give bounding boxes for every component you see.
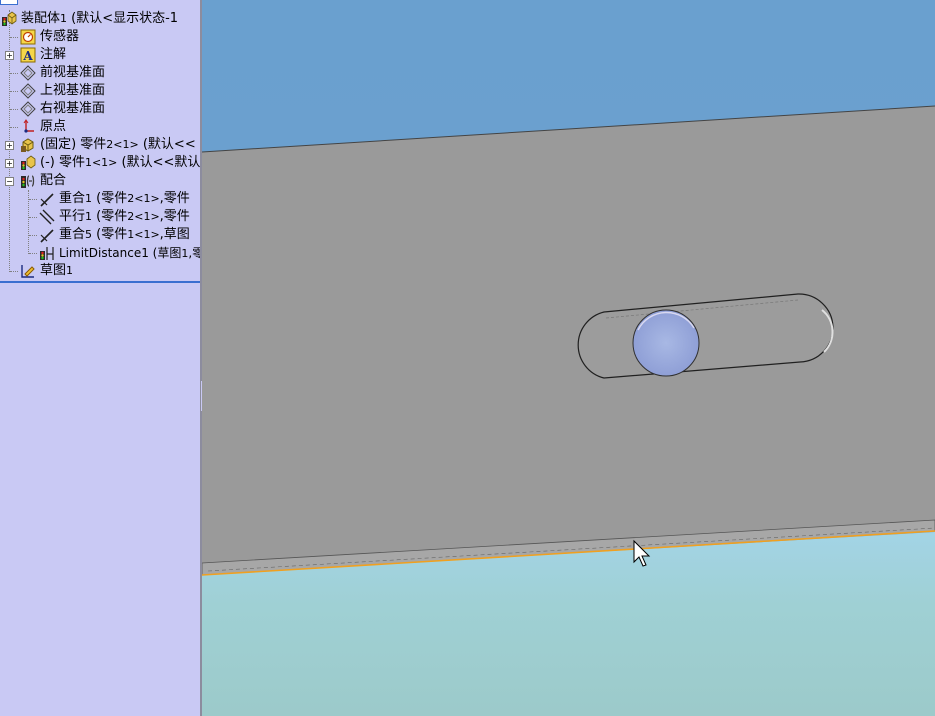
- tree-item-limit-distance1[interactable]: LimitDistance1 (草图1,零: [0, 244, 200, 262]
- tree-item-sketch1[interactable]: 草图1: [0, 262, 200, 280]
- tree-item-top-plane[interactable]: 上视基准面: [0, 82, 200, 100]
- tree-label-annotations: 注解: [40, 47, 67, 62]
- mate-ref: (零件: [92, 227, 128, 242]
- sensor-icon: [20, 29, 36, 45]
- limit-distance-mate-icon: [40, 247, 54, 260]
- tree-item-origin[interactable]: 原点: [0, 118, 200, 136]
- mate-coincident1-name: 重合: [59, 191, 86, 206]
- sketch-icon: [21, 265, 35, 278]
- collapse-mates-toggle[interactable]: −: [5, 177, 14, 186]
- tree-item-assembly[interactable]: 装配体1 (默认<显示状态-1: [0, 10, 200, 28]
- tree-label-right-plane: 右视基准面: [40, 101, 106, 116]
- part1-instance: 1<1>: [84, 156, 118, 169]
- tree-label-sensors: 传感器: [40, 29, 80, 44]
- mate-ref-instance: 1<1>: [127, 228, 160, 241]
- mate-number: 1: [85, 192, 93, 205]
- assembly-icon: [2, 11, 17, 26]
- coincident-mate-icon: [40, 229, 54, 243]
- annotation-icon: A: [20, 47, 36, 63]
- tree-item-part1[interactable]: + (-) 零件1<1> (默认<<默认: [0, 154, 200, 172]
- mate-ref-2: ,零件: [159, 191, 190, 206]
- plane-icon: [20, 83, 36, 99]
- feature-manager-tree: 装配体1 (默认<显示状态-1 传感器 + A 注解 前视基准面 上视基准面 右…: [0, 0, 200, 716]
- tree-label-top-plane: 上视基准面: [40, 83, 106, 98]
- mates-icon: [21, 175, 35, 188]
- mate-coincident5-name: 重合: [59, 227, 86, 242]
- graphics-viewport[interactable]: [202, 0, 935, 716]
- tree-item-mates[interactable]: − 配合: [0, 172, 200, 190]
- mate-ref-instance: 2<1>: [127, 210, 160, 223]
- model-view[interactable]: [202, 0, 935, 716]
- assembly-number: 1: [60, 12, 68, 25]
- tree-scroll-top-indicator: [0, 0, 18, 5]
- mate-number: 5: [85, 228, 93, 241]
- part1-config: (默认<<默认: [117, 155, 200, 170]
- plane-icon: [20, 65, 36, 81]
- expand-part2-toggle[interactable]: +: [5, 141, 14, 150]
- mate-number: 1: [85, 210, 93, 223]
- tree-label-mates: 配合: [40, 173, 67, 188]
- mate-ref-2: ,零件: [159, 209, 190, 224]
- mate-limit-distance-name: LimitDistance1 (草图: [59, 246, 182, 260]
- mate-ref-instance: 2<1>: [127, 192, 160, 205]
- sketch1-number: 1: [66, 264, 74, 277]
- tree-rollback-bar[interactable]: [0, 281, 200, 283]
- tree-label-front-plane: 前视基准面: [40, 65, 106, 80]
- tree-item-sensors[interactable]: 传感器: [0, 28, 200, 46]
- expand-part1-toggle[interactable]: +: [5, 159, 14, 168]
- tree-item-annotations[interactable]: + A 注解: [0, 46, 200, 64]
- part2-instance: 2<1>: [106, 138, 139, 151]
- origin-icon: [23, 119, 34, 133]
- mate-ref-2: ,草图: [159, 227, 190, 242]
- tree-item-coincident1[interactable]: 重合1 (零件2<1>,零件: [0, 190, 200, 208]
- svg-text:A: A: [22, 49, 33, 63]
- pin-feature[interactable]: [632, 309, 700, 377]
- tree-item-front-plane[interactable]: 前视基准面: [0, 64, 200, 82]
- tree-item-parallel1[interactable]: 平行1 (零件2<1>,零件: [0, 208, 200, 226]
- sketch1-label: 草图: [40, 263, 67, 278]
- part1-label: (-) 零件: [40, 155, 85, 170]
- tree-item-part2[interactable]: + (固定) 零件2<1> (默认<<: [0, 136, 200, 154]
- tree-item-right-plane[interactable]: 右视基准面: [0, 100, 200, 118]
- mate-ref: (零件: [92, 191, 128, 206]
- tree-item-coincident5[interactable]: 重合5 (零件1<1>,草图: [0, 226, 200, 244]
- part2-label: (固定) 零件: [40, 137, 107, 152]
- assembly-config: (默认<显示状态-1: [67, 11, 179, 26]
- part2-config: (默认<<: [138, 137, 196, 152]
- part-fixed-icon: [21, 138, 34, 152]
- mate-parallel1-name: 平行: [59, 209, 86, 224]
- parallel-mate-icon: [39, 209, 55, 225]
- assembly-name: 装配体: [21, 11, 61, 26]
- plane-icon: [20, 101, 36, 117]
- coincident-mate-icon: [40, 193, 54, 207]
- expand-annotations-toggle[interactable]: +: [5, 51, 14, 60]
- part-floating-icon: [21, 155, 36, 170]
- mate-ref: (零件: [92, 209, 128, 224]
- mate-ref-2: ,零: [188, 246, 200, 260]
- tree-label-origin: 原点: [40, 119, 67, 134]
